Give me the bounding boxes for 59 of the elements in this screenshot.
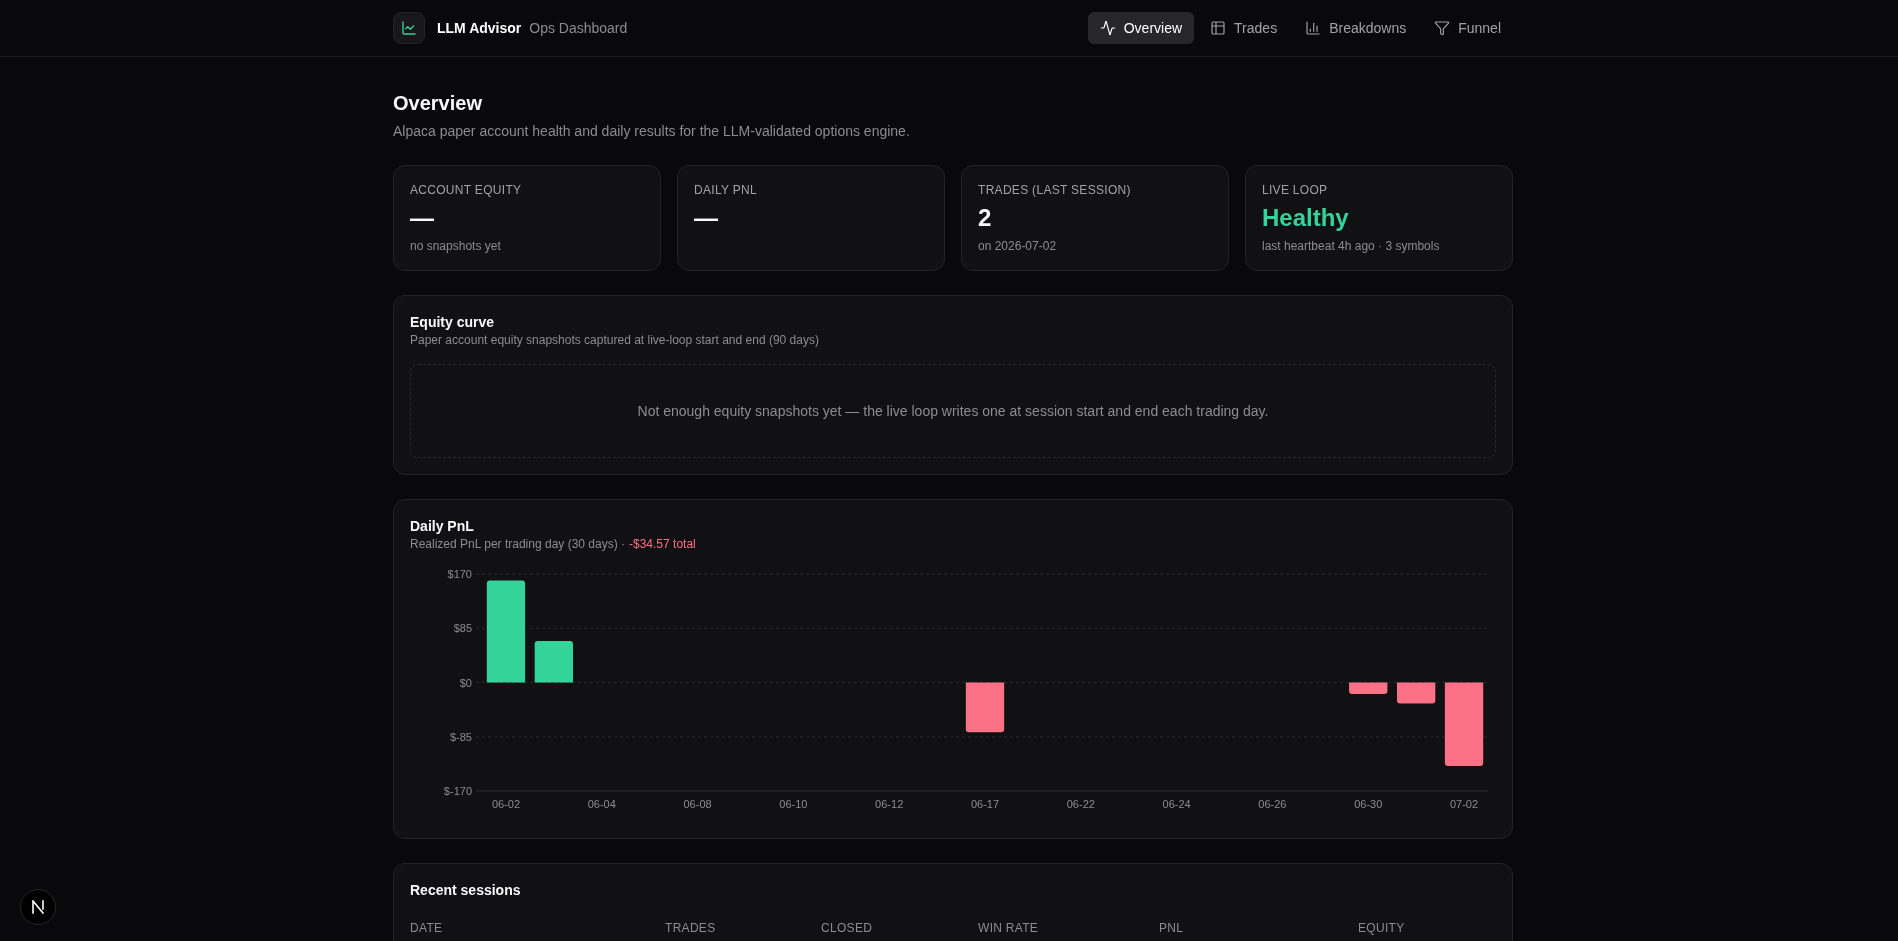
brand-subtitle: Ops Dashboard <box>529 19 628 38</box>
x-axis-label: 06-30 <box>1354 798 1383 810</box>
stat-label: TRADES (LAST SESSION) <box>978 182 1132 198</box>
x-axis-label: 06-10 <box>779 798 808 810</box>
total-pnl: -$34.57 total <box>629 536 696 552</box>
x-axis-label: 06-22 <box>1066 798 1095 810</box>
stat-label: DAILY PNL <box>694 182 758 198</box>
nav-tab[interactable]: Breakdowns <box>1293 12 1419 44</box>
chart-logo-icon <box>393 12 425 44</box>
stat-value: 2 <box>978 203 993 233</box>
brand-name: LLM Advisor <box>437 19 522 38</box>
stat-note: no snapshots yet <box>410 238 502 254</box>
stat-note: last heartbeat 4h ago · 3 symbols <box>1262 238 1441 254</box>
stat-value: — <box>694 203 719 233</box>
bar-chart-icon <box>1305 20 1322 36</box>
x-axis-label: 06-02 <box>491 798 520 810</box>
x-axis-label: 06-12 <box>875 798 904 810</box>
activity-icon <box>1099 20 1116 36</box>
nav-tab[interactable]: Funnel <box>1422 12 1513 44</box>
x-axis-label: 06-26 <box>1258 798 1287 810</box>
card-subtitle: Paper account equity snapshots captured at live-loop start and end (90 days) <box>410 332 820 348</box>
x-axis-label: 06-04 <box>587 798 616 810</box>
stat-label: ACCOUNT EQUITY <box>410 182 523 198</box>
table-icon <box>1210 20 1227 36</box>
y-axis-label: $-170 <box>443 785 472 797</box>
x-axis-label: 06-17 <box>970 798 1000 810</box>
card-subtitle: Realized PnL per trading day (30 days) · <box>410 536 625 552</box>
card-title: Daily PnL <box>410 517 475 536</box>
page-title: Overview <box>393 91 483 116</box>
stat-value: Healthy <box>1262 203 1350 233</box>
x-axis-label: 06-08 <box>683 798 712 810</box>
x-axis-label: 06-24 <box>1162 798 1191 810</box>
y-axis-label: $85 <box>453 622 472 635</box>
column-header: EQUITY <box>1358 920 1406 936</box>
column-header: PNL <box>1159 920 1185 936</box>
column-header: TRADES <box>665 920 717 936</box>
column-header: DATE <box>410 920 444 936</box>
loss-bar <box>1349 682 1388 694</box>
gain-bar <box>534 641 573 683</box>
y-axis-label: $0 <box>459 676 472 689</box>
stat-value: — <box>410 203 435 233</box>
filter-icon <box>1434 20 1451 36</box>
nav-tab[interactable]: Trades <box>1198 12 1290 44</box>
y-axis-label: $-85 <box>449 730 472 743</box>
column-header: WIN RATE <box>978 920 1040 936</box>
loss-bar <box>965 682 1005 733</box>
nav-tab[interactable]: Overview <box>1087 12 1195 44</box>
column-header: CLOSED <box>821 920 874 936</box>
empty-state-message: Not enough equity snapshots yet — the live loop writes one at session start and end each trading day. <box>637 402 1269 421</box>
x-axis-label: 07-02 <box>1450 798 1479 810</box>
stat-note: on 2026-07-02 <box>978 238 1058 254</box>
page-subtitle: Alpaca paper account health and daily results for the LLM-validated options engine. <box>393 122 911 141</box>
card-title: Equity curve <box>410 313 496 332</box>
dev-tools-button[interactable] <box>20 889 56 925</box>
n-logo-icon <box>31 900 45 914</box>
card-title: Recent sessions <box>410 881 522 900</box>
loss-bar <box>1397 682 1436 704</box>
stat-label: LIVE LOOP <box>1262 182 1329 198</box>
y-axis-label: $170 <box>447 568 472 580</box>
